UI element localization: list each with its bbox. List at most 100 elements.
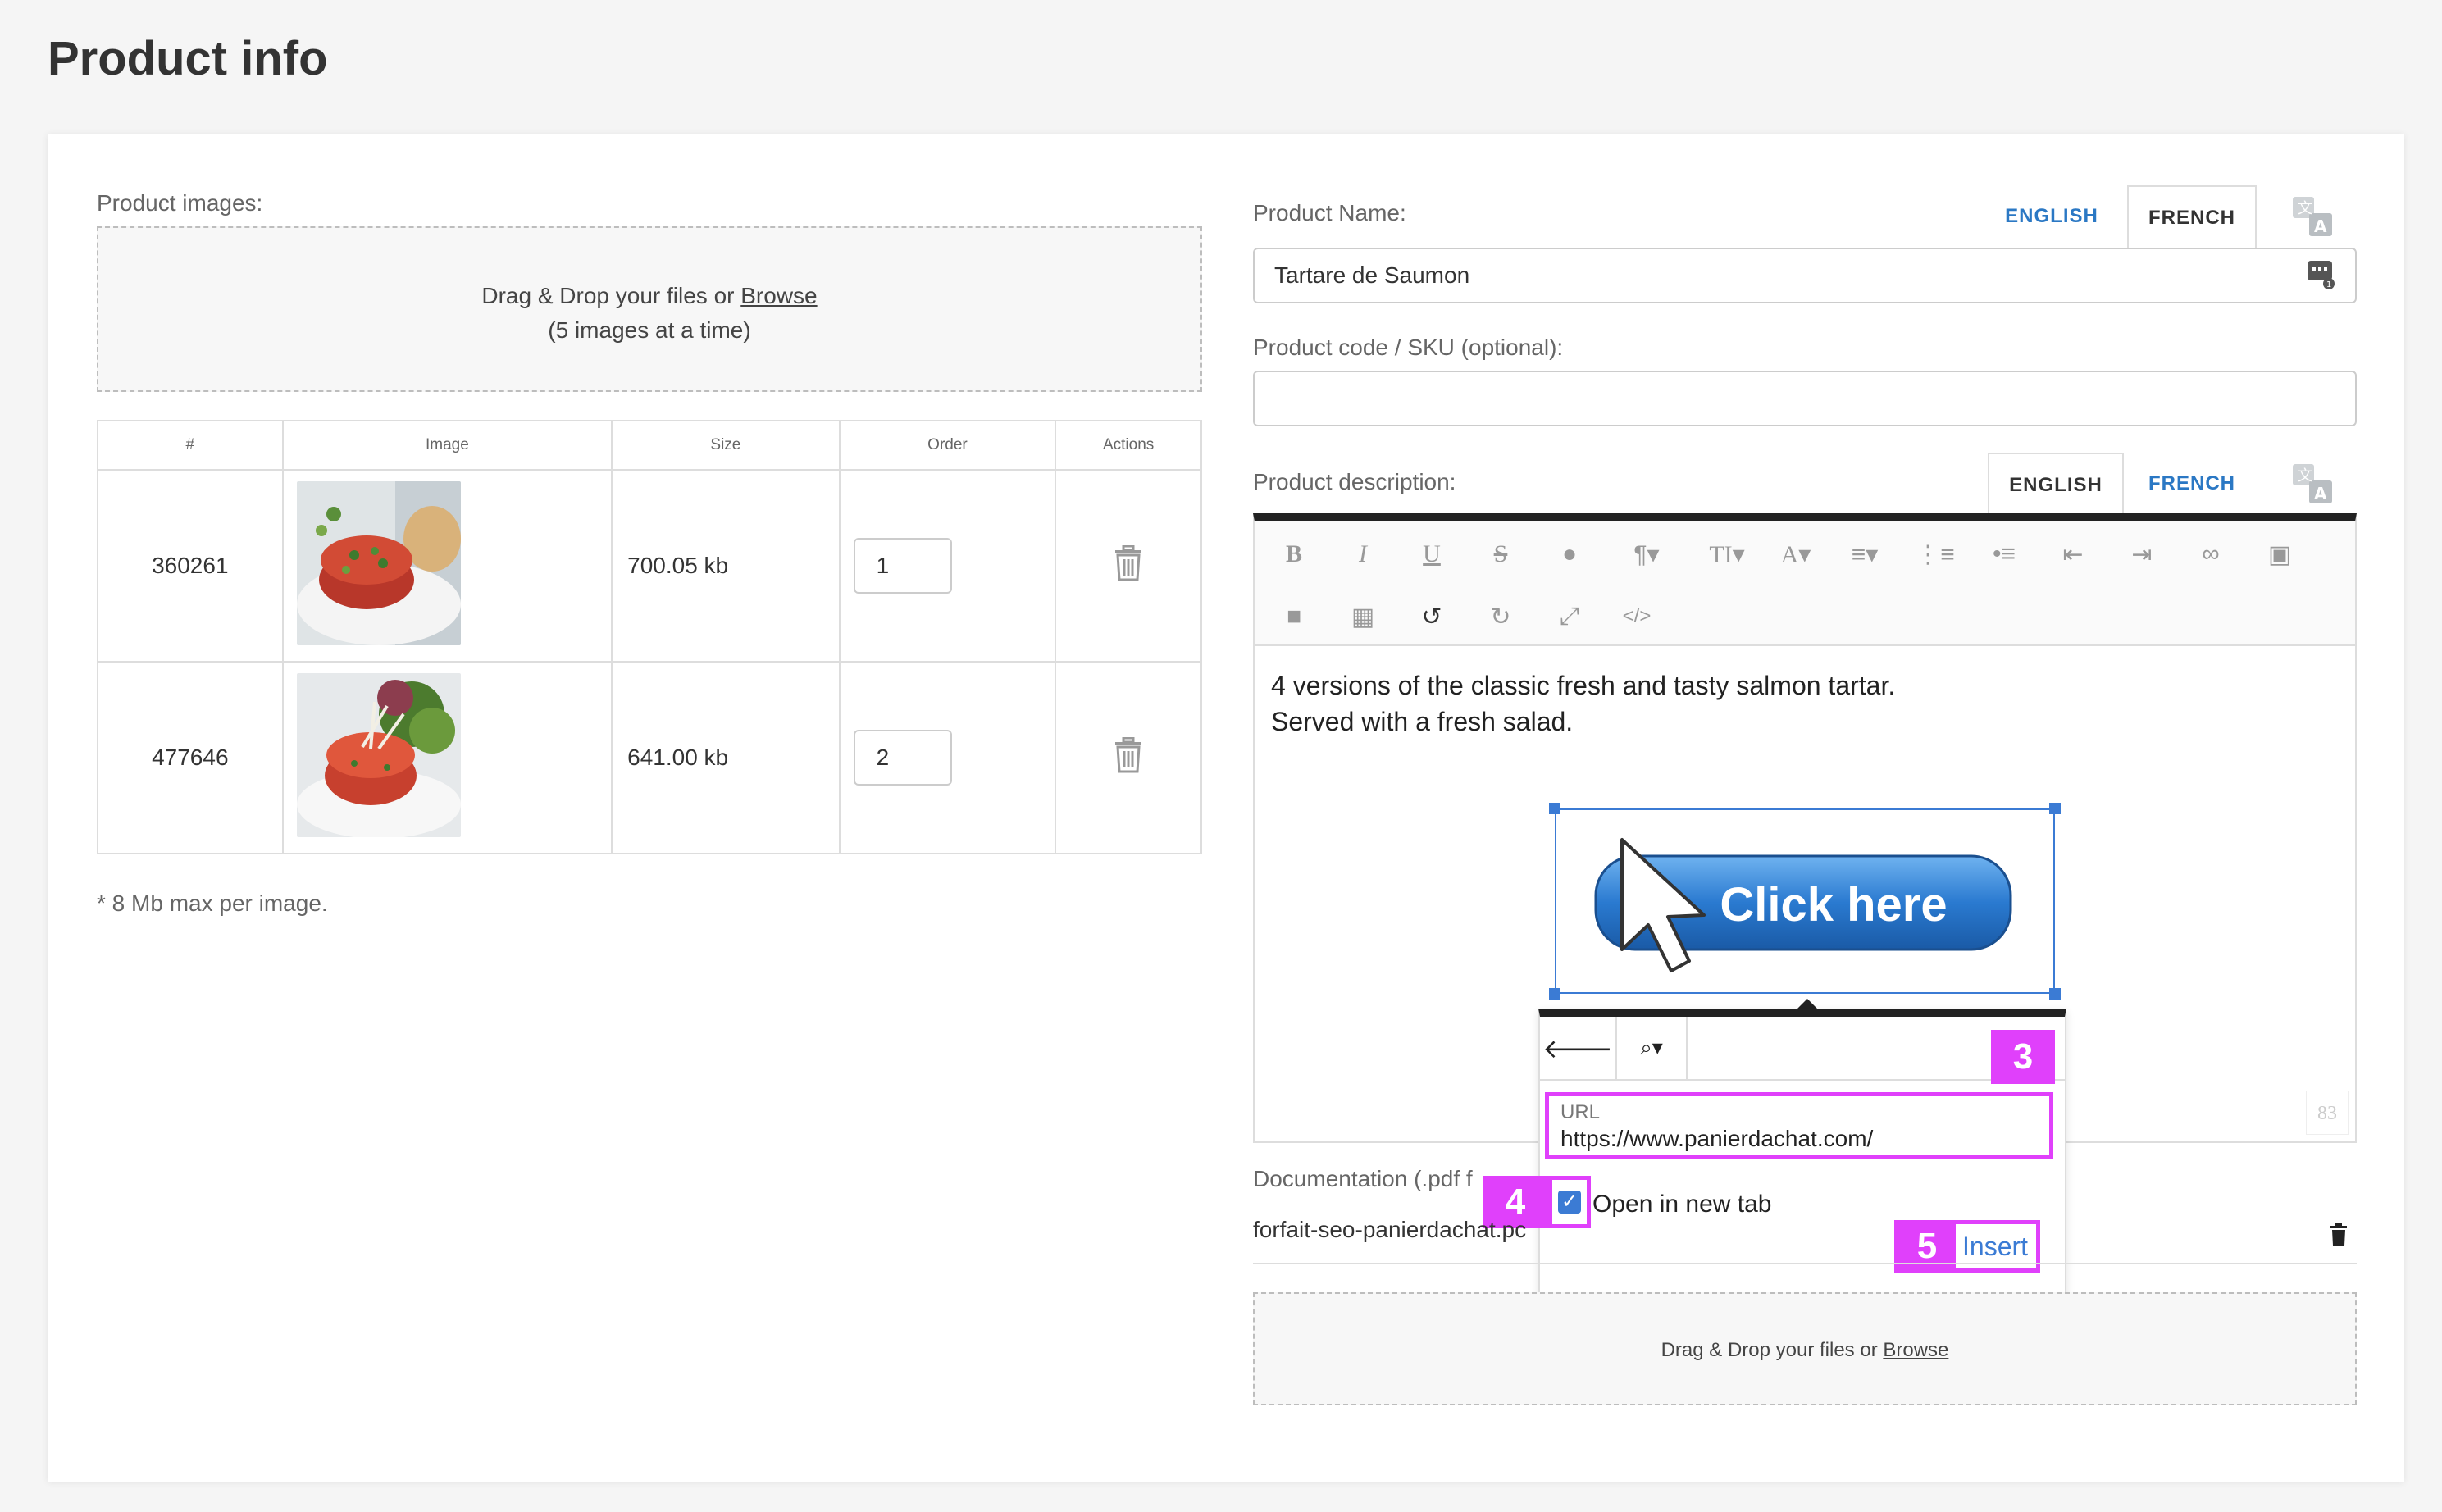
url-field[interactable]: URL https://www.panierdachat.com/ [1545,1092,2053,1159]
description-line-2: Served with a fresh salad. [1271,707,1574,736]
character-counter: 83 [2306,1091,2349,1135]
description-line-1: 4 versions of the classic fresh and tast… [1271,671,1896,700]
doc-browse-link[interactable]: Browse [1883,1339,1948,1361]
product-code-label: Product code / SKU (optional): [1253,335,1564,360]
code-view-icon[interactable]: </> [1612,592,1661,641]
product-images-label: Product images: [97,190,263,216]
insert-button[interactable]: Insert [1952,1220,2040,1273]
col-number: # [97,420,284,471]
col-image: Image [281,420,613,471]
browse-link[interactable]: Browse [740,283,817,308]
row-size: 641.00 kb [611,661,841,854]
product-name-value: Tartare de Saumon [1274,262,1470,288]
order-input[interactable] [853,730,952,786]
url-value: https://www.panierdachat.com/ [1560,1126,1874,1151]
click-here-text: Click here [1720,878,1947,931]
table-header: # Image Size Order Actions [97,420,1202,471]
video-icon[interactable]: ■ [1269,592,1319,641]
table-row: 477646 641.00 kb [97,661,1202,854]
svg-text:A: A [2314,216,2327,236]
resize-handle[interactable] [2049,988,2061,1000]
delete-file-icon[interactable] [2329,1223,2349,1246]
salmon-tartare-salad-thumbnail[interactable] [296,672,461,839]
outdent-icon[interactable]: ⇤ [2048,530,2098,579]
table-row: 360261 700.05 kb [97,469,1202,663]
undo-icon[interactable]: ↺ [1407,592,1456,641]
editor-toolbar: B I U S ● ¶▾ TI▾ A▾ ≡▾ ⋮≡ •≡ ⇤ ⇥ ∞ ▣ ■ ▦… [1255,521,2355,646]
tab-desc-english[interactable]: ENGLISH [1988,453,2124,515]
bold-icon[interactable]: B [1269,530,1319,579]
svg-text:1: 1 [2326,280,2331,289]
fullscreen-icon[interactable]: ⤢ [1545,592,1594,641]
resize-handle[interactable] [1549,988,1560,1000]
popup-toolbar: 🡐 ⌕▾ [1540,1017,2065,1081]
color-drop-icon[interactable]: ● [1545,530,1594,579]
step-badge-3: 3 [1991,1030,2055,1084]
underline-icon[interactable]: U [1407,530,1456,579]
dropzone-subtext: (5 images at a time) [548,317,751,343]
col-actions: Actions [1055,420,1202,471]
editor-content[interactable]: 4 versions of the classic fresh and tast… [1271,667,1895,740]
italic-icon[interactable]: I [1338,530,1387,579]
open-new-tab-checkbox[interactable]: ✓ [1558,1191,1581,1214]
tab-name-english[interactable]: ENGLISH [1988,185,2116,248]
salmon-tartare-thumbnail[interactable] [296,480,461,645]
strikethrough-icon[interactable]: S [1476,530,1525,579]
row-order-cell [838,661,1057,854]
align-icon[interactable]: ≡▾ [1830,530,1899,579]
selected-image-frame[interactable]: Click here [1555,808,2055,994]
step-badge-5: 5 [1894,1220,1960,1273]
images-table: # Image Size Order Actions 360261 700.05… [97,420,1202,854]
translation-memory-icon[interactable]: 1 [2306,259,2335,290]
tab-desc-french[interactable]: FRENCH [2127,453,2257,515]
tab-name-french[interactable]: FRENCH [2127,185,2257,248]
row-id: 360261 [97,469,284,663]
back-arrow-icon[interactable]: 🡐 [1540,1017,1617,1079]
product-name-input[interactable]: Tartare de Saumon [1253,248,2357,303]
image-size-note: * 8 Mb max per image. [97,890,328,916]
translate-icon[interactable]: 文 A [2291,195,2334,238]
url-label: URL [1560,1101,1601,1123]
search-dropdown-icon[interactable]: ⌕▾ [1617,1017,1688,1079]
resize-handle[interactable] [1549,803,1560,814]
documentation-file-name[interactable]: forfait-seo-panierdachat.pc [1253,1217,1526,1243]
svg-text:A: A [2314,484,2327,503]
row-size: 700.05 kb [611,469,841,663]
open-new-tab-label: Open in new tab [1592,1191,1772,1218]
doc-dropzone-text: Drag & Drop your files or [1661,1339,1884,1361]
trash-icon[interactable] [1112,736,1145,773]
translate-icon[interactable]: 文 A [2291,462,2334,505]
product-code-input[interactable] [1253,371,2357,426]
row-order-cell [838,469,1057,663]
table-icon[interactable]: ▦ [1338,592,1387,641]
image-icon[interactable]: ▣ [2255,530,2304,579]
font-family-icon[interactable]: A▾ [1761,530,1830,579]
dropzone-text: Drag & Drop your files or [481,283,741,308]
image-dropzone[interactable]: Drag & Drop your files or Browse (5 imag… [97,226,1202,392]
ordered-list-icon[interactable]: ⋮≡ [1911,530,1960,579]
row-image-cell [281,661,613,854]
unordered-list-icon[interactable]: •≡ [1980,530,2029,579]
product-description-label: Product description: [1253,469,1456,494]
font-size-icon[interactable]: TI▾ [1693,530,1761,579]
documentation-dropzone[interactable]: Drag & Drop your files or Browse [1253,1292,2357,1405]
svg-text:文: 文 [2298,200,2312,217]
click-here-button-image[interactable]: Click here [1556,810,2053,992]
trash-icon[interactable] [1112,544,1145,581]
row-actions-cell [1055,661,1202,854]
col-order: Order [838,420,1057,471]
order-input[interactable] [853,538,952,594]
paragraph-format-icon[interactable]: ¶▾ [1612,530,1681,579]
product-name-label: Product Name: [1253,200,1406,225]
dropzone-line: Drag & Drop your files or Browse [98,279,1200,313]
link-icon[interactable]: ∞ [2186,530,2235,579]
documentation-divider [1253,1263,2357,1264]
svg-text:文: 文 [2298,467,2312,485]
indent-icon[interactable]: ⇥ [2117,530,2166,579]
redo-icon[interactable]: ↻ [1476,592,1525,641]
row-actions-cell [1055,469,1202,663]
col-size: Size [611,420,841,471]
resize-handle[interactable] [2049,803,2061,814]
row-id: 477646 [97,661,284,854]
page-title: Product info [48,32,328,85]
